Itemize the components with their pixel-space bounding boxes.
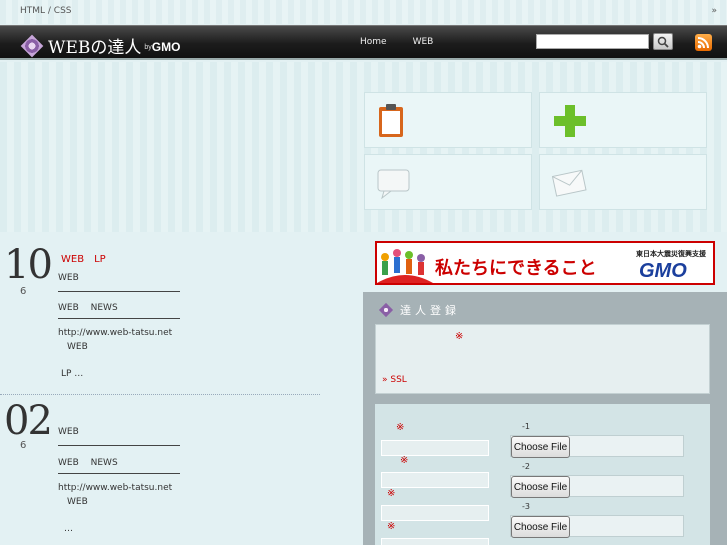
post-divider [0, 394, 320, 395]
post-month: 6 [20, 440, 27, 451]
text-field-2[interactable] [381, 472, 489, 488]
post-url[interactable]: http://www.web-tatsu.net [58, 328, 172, 338]
main-nav: Home WEB [360, 37, 433, 47]
register-info: ※ » SSL [375, 324, 710, 394]
breadcrumb-more[interactable]: » [711, 6, 717, 16]
post-line1: WEB [58, 427, 79, 437]
post-url[interactable]: http://www.web-tatsu.net [58, 483, 172, 493]
site-logo[interactable]: WEBの達人 by GMO [20, 33, 181, 58]
register-title-text: 達人登録 [400, 304, 460, 317]
logo-text: WEBの達人 [48, 38, 142, 58]
choose-file-button[interactable]: Choose File [511, 516, 570, 538]
post-line2: WEB NEWS [58, 458, 118, 468]
text-field-4[interactable] [381, 538, 489, 545]
speech-bubble-icon [377, 169, 410, 199]
required-mark: ※ [400, 455, 409, 466]
rss-icon[interactable] [695, 34, 712, 51]
nav-web[interactable]: WEB [413, 37, 434, 47]
search-button[interactable] [653, 33, 673, 50]
post-rule [58, 445, 180, 446]
support-banner[interactable]: 私たちにできること 東日本大震災復興支援 GMO [375, 241, 715, 285]
post-line2: WEB NEWS [58, 303, 118, 313]
people-illustration-icon [377, 249, 433, 283]
search-input[interactable] [536, 34, 649, 49]
banner-sub: 東日本大震災復興支援 [636, 250, 706, 258]
banner-brand: GMO [639, 260, 687, 282]
post-url-sub: WEB [67, 342, 88, 352]
file-label-1: -1 [522, 422, 530, 431]
file-input-1[interactable]: Choose File [510, 435, 684, 458]
choose-file-button[interactable]: Choose File [511, 476, 570, 498]
envelope-icon [552, 169, 587, 197]
register-panel: 達人登録 ※ » SSL ※ ※ ※ ※ -1 Choose File -2 C… [363, 292, 727, 545]
ssl-link[interactable]: » SSL [382, 375, 407, 385]
clipboard-icon [379, 104, 403, 137]
logo-by: by [144, 44, 152, 51]
tile-add[interactable] [539, 92, 707, 148]
post-1: 10 6 WEB LP WEB WEB NEWS http://www.web-… [0, 242, 320, 395]
post-more[interactable]: … [64, 524, 73, 534]
post-month: 6 [20, 286, 27, 297]
register-form: ※ ※ ※ ※ -1 Choose File -2 Choose File -3… [375, 404, 710, 545]
post-day: 10 [4, 242, 53, 288]
file-input-2[interactable]: Choose File [510, 475, 684, 498]
text-field-1[interactable] [381, 440, 489, 456]
text-field-3[interactable] [381, 505, 489, 521]
required-mark: ※ [387, 488, 396, 499]
title-diamond-icon [378, 302, 394, 318]
logo-brand: GMO [151, 39, 181, 54]
tile-clipboard[interactable] [364, 92, 532, 148]
post-tags[interactable]: WEB LP [61, 250, 106, 265]
choose-file-button[interactable]: Choose File [511, 436, 570, 458]
tile-mail[interactable] [539, 154, 707, 210]
register-title: 達人登録 [378, 302, 460, 318]
file-input-3[interactable]: Choose File [510, 515, 684, 538]
post-rule [58, 473, 180, 474]
file-label-3: -3 [522, 502, 530, 511]
breadcrumb[interactable]: HTML / CSS [20, 6, 72, 16]
plus-icon [554, 105, 586, 137]
top-strip: HTML / CSS » [0, 0, 727, 24]
post-day: 02 [4, 398, 53, 444]
required-mark: ※ [455, 331, 464, 342]
post-url-sub: WEB [67, 497, 88, 507]
required-mark: ※ [387, 521, 396, 532]
banner-headline: 私たちにできること [435, 258, 597, 279]
required-mark: ※ [396, 422, 405, 433]
tile-comment[interactable] [364, 154, 532, 210]
logo-diamond-icon [20, 34, 44, 57]
nav-home[interactable]: Home [360, 37, 387, 47]
search-icon [657, 36, 669, 48]
post-2: 02 6 WEB WEB NEWS http://www.web-tatsu.n… [0, 398, 320, 545]
site-header: WEBの達人 by GMO Home WEB [0, 25, 727, 60]
post-more[interactable]: LP … [61, 369, 83, 379]
post-rule [58, 318, 180, 319]
post-rule [58, 291, 180, 292]
post-line1: WEB [58, 273, 79, 283]
file-label-2: -2 [522, 462, 530, 471]
